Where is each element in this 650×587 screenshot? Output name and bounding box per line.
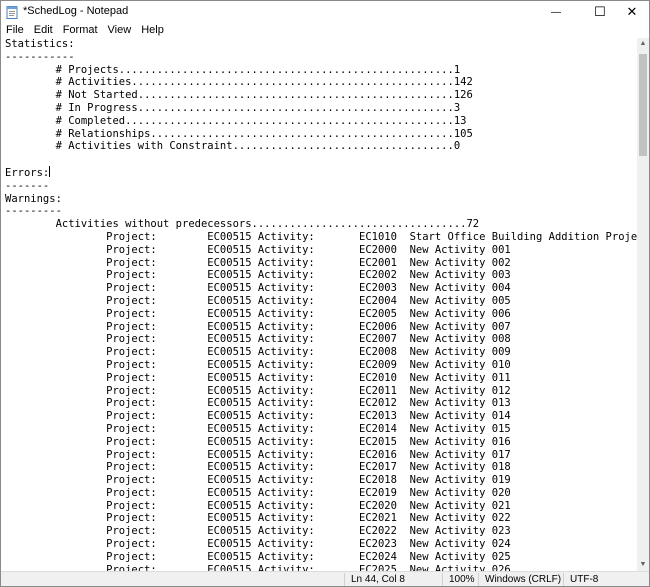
close-icon: ✕ (626, 4, 638, 19)
status-encoding: UTF-8 (563, 573, 598, 586)
text-before-caret: Statistics: ----------- # Projects......… (5, 38, 473, 179)
status-position: Ln 44, Col 8 (344, 573, 405, 586)
menu-view[interactable]: View (103, 23, 137, 38)
minimize-icon: — (551, 6, 561, 18)
close-button[interactable]: ✕ (615, 1, 649, 23)
menu-format[interactable]: Format (58, 23, 103, 38)
status-zoom: 100% (442, 573, 475, 586)
editor-text[interactable]: Statistics: ----------- # Projects......… (1, 38, 637, 571)
text-caret (49, 165, 51, 177)
menu-help[interactable]: Help (136, 23, 169, 38)
scroll-up-icon[interactable]: ▲ (637, 38, 649, 50)
menu-edit[interactable]: Edit (29, 23, 58, 38)
status-bar: Ln 44, Col 8 100% Windows (CRLF) UTF-8 (1, 571, 649, 586)
scroll-down-icon[interactable]: ▼ (637, 559, 649, 571)
vertical-scrollbar[interactable]: ▲ ▼ (637, 38, 649, 571)
notepad-window: *SchedLog - Notepad — ☐ ✕ File Edit Form… (0, 0, 650, 587)
maximize-button[interactable]: ☐ (583, 1, 617, 23)
title-bar[interactable]: *SchedLog - Notepad — ☐ ✕ (1, 1, 649, 23)
scrollbar-thumb[interactable] (639, 54, 647, 156)
maximize-icon: ☐ (594, 4, 606, 19)
text-editor[interactable]: Statistics: ----------- # Projects......… (1, 38, 637, 571)
window-title: *SchedLog - Notepad (23, 5, 129, 17)
menu-bar: File Edit Format View Help (1, 23, 649, 38)
notepad-icon (6, 6, 18, 19)
text-after-caret: ------- Warnings: --------- Activities w… (5, 179, 637, 571)
minimize-button[interactable]: — (539, 1, 573, 23)
menu-file[interactable]: File (1, 23, 29, 38)
status-line-ending: Windows (CRLF) (478, 573, 561, 586)
